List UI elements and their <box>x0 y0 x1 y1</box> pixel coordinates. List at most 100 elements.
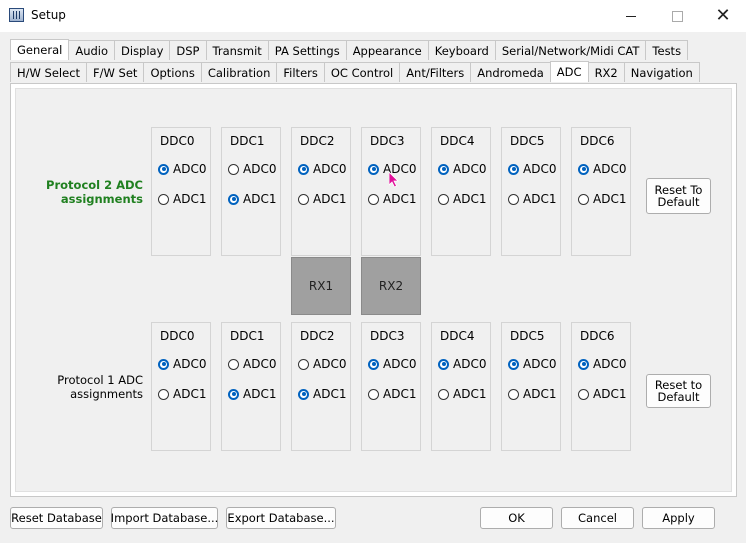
radio-button[interactable] <box>298 193 309 205</box>
radio-adc1[interactable]: ADC1 <box>158 387 206 401</box>
radio-label: ADC0 <box>173 357 207 371</box>
radio-adc0[interactable]: ADC0 <box>228 162 276 176</box>
radio-button[interactable] <box>228 358 239 370</box>
mouse-cursor-icon <box>389 172 399 188</box>
radio-button[interactable] <box>298 358 309 370</box>
ok-button[interactable]: OK <box>480 507 553 529</box>
minimize-button[interactable] <box>608 0 654 32</box>
radio-adc0[interactable]: ADC0 <box>298 357 346 371</box>
radio-adc0[interactable]: ADC0 <box>438 357 486 371</box>
tab-pa-settings[interactable]: PA Settings <box>267 40 347 60</box>
cancel-button[interactable]: Cancel <box>561 507 634 529</box>
protocol1-reset-button[interactable]: Reset to Default <box>646 374 711 408</box>
radio-button[interactable] <box>368 358 379 370</box>
radio-adc1[interactable]: ADC1 <box>578 192 626 206</box>
radio-button[interactable] <box>578 163 589 175</box>
sub-tab-row: H/W Select F/W Set Options Calibration F… <box>10 61 700 83</box>
tab-audio[interactable]: Audio <box>68 40 116 60</box>
tab-fw-set[interactable]: F/W Set <box>86 62 145 82</box>
radio-button[interactable] <box>438 358 449 370</box>
radio-button[interactable] <box>438 388 449 400</box>
radio-button[interactable] <box>298 388 309 400</box>
radio-button[interactable] <box>368 388 379 400</box>
tab-dsp[interactable]: DSP <box>169 40 207 60</box>
tab-adc[interactable]: ADC <box>549 61 589 82</box>
export-database-button[interactable]: Export Database... <box>226 507 336 529</box>
tab-keyboard[interactable]: Keyboard <box>427 40 496 60</box>
radio-adc1[interactable]: ADC1 <box>298 387 346 401</box>
radio-adc1[interactable]: ADC1 <box>298 192 346 206</box>
radio-adc1[interactable]: ADC1 <box>578 387 626 401</box>
radio-label: ADC0 <box>453 162 487 176</box>
reset-database-button[interactable]: Reset Database <box>10 507 103 529</box>
radio-button[interactable] <box>438 163 449 175</box>
tab-general[interactable]: General <box>10 39 70 60</box>
radio-button[interactable] <box>508 163 519 175</box>
radio-label: ADC0 <box>313 357 347 371</box>
app-icon <box>9 8 24 22</box>
radio-button[interactable] <box>578 193 589 205</box>
radio-button[interactable] <box>158 163 169 175</box>
tab-rx2[interactable]: RX2 <box>587 62 625 82</box>
tab-display[interactable]: Display <box>114 40 171 60</box>
radio-adc0[interactable]: ADC0 <box>228 357 276 371</box>
radio-adc0[interactable]: ADC0 <box>158 162 206 176</box>
radio-button[interactable] <box>578 358 589 370</box>
import-database-button[interactable]: Import Database... <box>111 507 218 529</box>
tab-calibration[interactable]: Calibration <box>200 62 278 82</box>
radio-adc0[interactable]: ADC0 <box>158 357 206 371</box>
radio-adc1[interactable]: ADC1 <box>438 192 486 206</box>
radio-adc0[interactable]: ADC0 <box>508 357 556 371</box>
radio-adc0[interactable]: ADC0 <box>578 357 626 371</box>
radio-adc1[interactable]: ADC1 <box>228 387 276 401</box>
tab-transmit[interactable]: Transmit <box>205 40 269 60</box>
tab-andromeda[interactable]: Andromeda <box>470 62 551 82</box>
tab-hw-select[interactable]: H/W Select <box>10 62 88 82</box>
radio-adc1[interactable]: ADC1 <box>158 192 206 206</box>
radio-adc1[interactable]: ADC1 <box>508 387 556 401</box>
close-button[interactable]: ✕ <box>700 0 746 32</box>
radio-button[interactable] <box>368 193 379 205</box>
ddc-label: DDC6 <box>580 134 615 148</box>
radio-button[interactable] <box>508 193 519 205</box>
radio-adc0[interactable]: ADC0 <box>508 162 556 176</box>
radio-adc0[interactable]: ADC0 <box>298 162 346 176</box>
radio-adc0[interactable]: ADC0 <box>438 162 486 176</box>
tab-tests[interactable]: Tests <box>645 40 689 60</box>
radio-button[interactable] <box>298 163 309 175</box>
radio-button[interactable] <box>508 388 519 400</box>
radio-button[interactable] <box>368 163 379 175</box>
tab-options[interactable]: Options <box>143 62 202 82</box>
radio-adc0[interactable]: ADC0 <box>368 357 416 371</box>
radio-adc1[interactable]: ADC1 <box>508 192 556 206</box>
tab-ant-filters[interactable]: Ant/Filters <box>399 62 472 82</box>
radio-button[interactable] <box>438 193 449 205</box>
radio-adc1[interactable]: ADC1 <box>438 387 486 401</box>
radio-button[interactable] <box>228 193 239 205</box>
radio-button[interactable] <box>228 388 239 400</box>
rx1-block: RX1 <box>291 257 351 315</box>
radio-button[interactable] <box>508 358 519 370</box>
radio-adc1[interactable]: ADC1 <box>368 387 416 401</box>
radio-adc1[interactable]: ADC1 <box>368 192 416 206</box>
radio-button[interactable] <box>158 193 169 205</box>
protocol2-ddc5-group: DDC5 ADC0 ADC1 <box>501 127 561 256</box>
tab-appearance[interactable]: Appearance <box>345 40 429 60</box>
radio-button[interactable] <box>158 358 169 370</box>
tab-navigation[interactable]: Navigation <box>623 62 700 82</box>
tab-oc-control[interactable]: OC Control <box>323 62 401 82</box>
tab-filters[interactable]: Filters <box>276 62 325 82</box>
protocol2-reset-button[interactable]: Reset To Default <box>646 178 711 214</box>
radio-adc1[interactable]: ADC1 <box>228 192 276 206</box>
radio-button[interactable] <box>158 388 169 400</box>
ddc-label: DDC4 <box>440 134 475 148</box>
apply-button[interactable]: Apply <box>642 507 715 529</box>
radio-button[interactable] <box>228 163 239 175</box>
radio-label: ADC1 <box>173 192 207 206</box>
maximize-button[interactable] <box>654 0 700 32</box>
ddc-label: DDC6 <box>580 329 615 343</box>
radio-button[interactable] <box>578 388 589 400</box>
radio-label: ADC0 <box>593 162 627 176</box>
tab-serial-network-midi-cat[interactable]: Serial/Network/Midi CAT <box>494 40 647 60</box>
radio-adc0[interactable]: ADC0 <box>578 162 626 176</box>
